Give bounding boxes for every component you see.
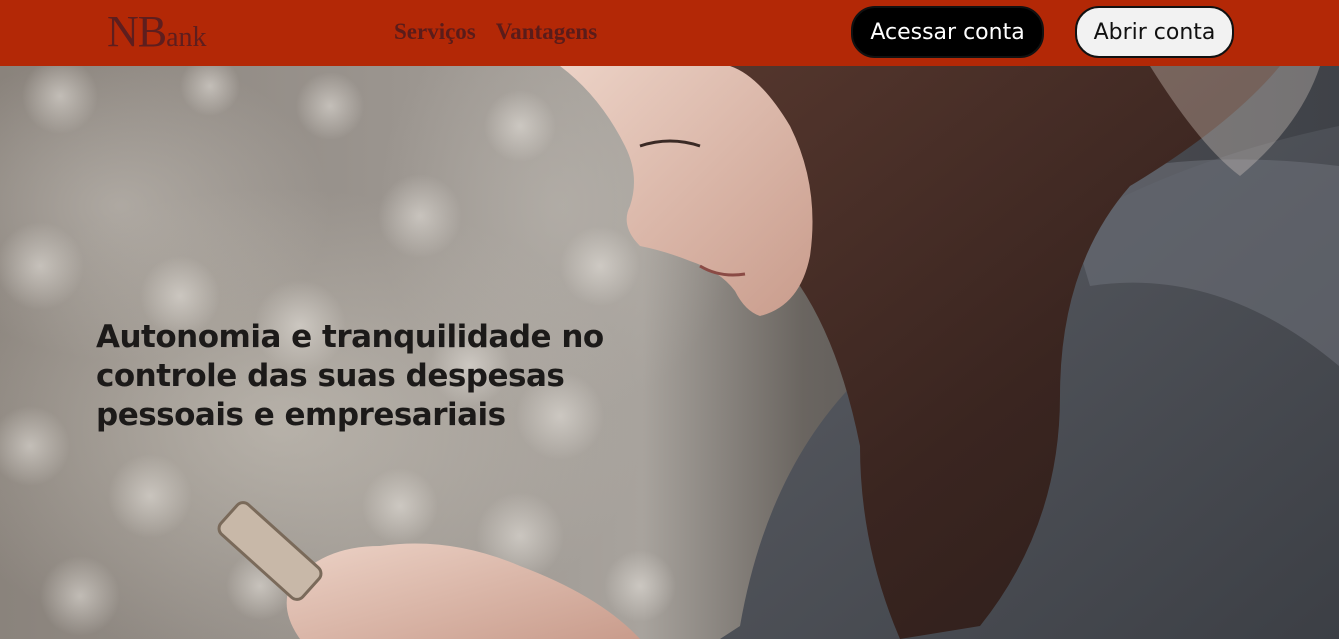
nav-link-servicos[interactable]: Serviços (394, 19, 476, 45)
open-account-button[interactable]: Abrir conta (1075, 6, 1234, 58)
main-nav: Serviços Vantagens (394, 16, 597, 48)
logo-rest: ank (166, 22, 207, 53)
hero-banner: Autonomia e tranquilidade no controle da… (0, 66, 1339, 639)
hero-headline: Autonomia e tranquilidade no controle da… (96, 319, 604, 433)
nav-link-vantagens[interactable]: Vantagens (496, 19, 597, 45)
logo-initials: NB (107, 7, 167, 56)
nbank-logo[interactable]: NBank (107, 8, 207, 56)
top-navbar: NBank Serviços Vantagens Acessar conta A… (0, 0, 1339, 66)
access-account-button[interactable]: Acessar conta (851, 6, 1044, 58)
